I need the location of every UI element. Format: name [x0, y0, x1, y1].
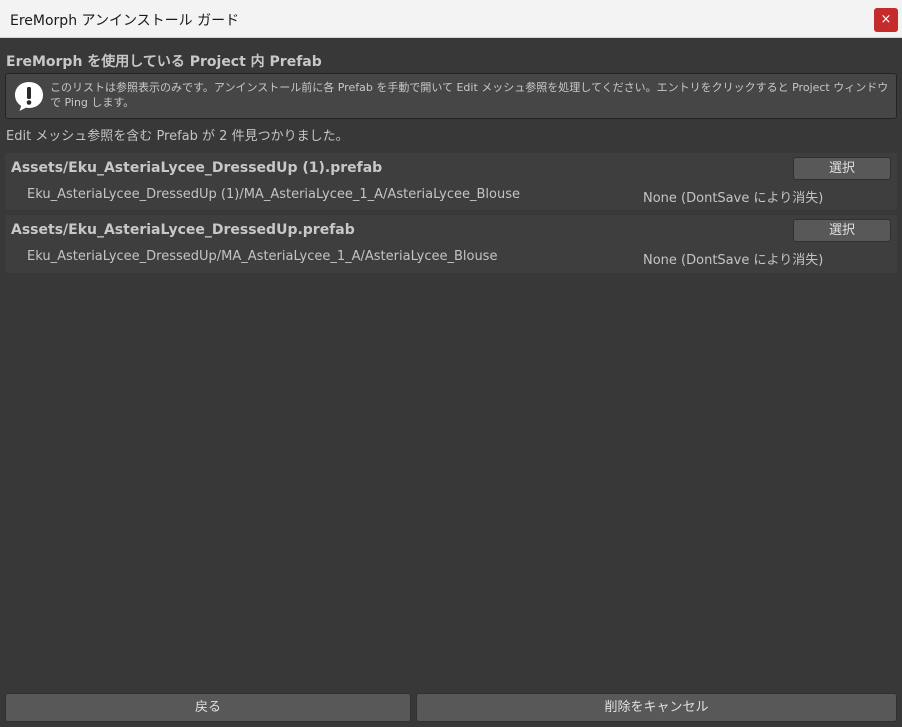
mesh-status: None (DontSave により消失): [643, 253, 824, 268]
select-button[interactable]: 選択: [793, 157, 891, 180]
back-button[interactable]: 戻る: [5, 693, 411, 722]
mesh-path: Eku_AsteriaLycee_DressedUp/MA_AsteriaLyc…: [27, 249, 498, 264]
cancel-delete-button[interactable]: 削除をキャンセル: [416, 693, 897, 722]
close-icon: ×: [880, 12, 892, 27]
window-title: EreMorph アンインストール ガード: [10, 13, 240, 29]
close-button[interactable]: ×: [874, 8, 898, 32]
prefab-entry[interactable]: Assets/Eku_AsteriaLycee_DressedUp.prefab…: [5, 215, 897, 273]
info-exclamation-icon: [15, 82, 43, 111]
section-title: EreMorph を使用している Project 内 Prefab: [6, 54, 322, 70]
title-bar[interactable]: EreMorph アンインストール ガード ×: [0, 0, 902, 38]
help-box: このリストは参照表示のみです。アンインストール前に各 Prefab を手動で開い…: [5, 73, 897, 119]
select-button[interactable]: 選択: [793, 219, 891, 242]
mesh-path: Eku_AsteriaLycee_DressedUp (1)/MA_Asteri…: [27, 187, 520, 202]
prefab-path[interactable]: Assets/Eku_AsteriaLycee_DressedUp.prefab: [11, 222, 355, 238]
help-text: このリストは参照表示のみです。アンインストール前に各 Prefab を手動で開い…: [50, 81, 889, 109]
found-count-text: Edit メッシュ参照を含む Prefab が 2 件見つかりました。: [6, 129, 349, 144]
mesh-status: None (DontSave により消失): [643, 191, 824, 206]
prefab-path[interactable]: Assets/Eku_AsteriaLycee_DressedUp (1).pr…: [11, 160, 382, 176]
prefab-entry[interactable]: Assets/Eku_AsteriaLycee_DressedUp (1).pr…: [5, 153, 897, 210]
uninstall-guard-window: EreMorph アンインストール ガード × EreMorph を使用している…: [0, 0, 902, 727]
